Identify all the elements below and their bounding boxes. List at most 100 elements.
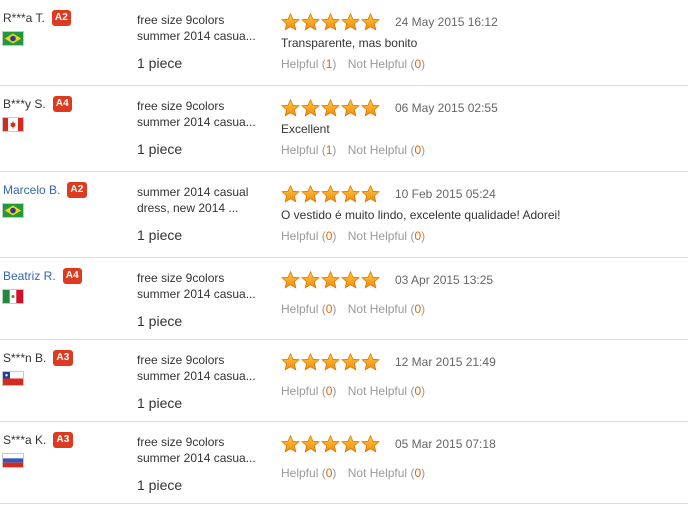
helpful-button[interactable]: Helpful (0) bbox=[281, 466, 336, 480]
buyer-name-link[interactable]: Beatriz R. bbox=[3, 269, 56, 283]
buyer-level-badge: A4 bbox=[52, 96, 72, 112]
feedback-list: R***a T. A2 free size 9colors summer 201… bbox=[0, 0, 688, 507]
feedback-content: 12 Mar 2015 21:49 Helpful (0) Not Helpfu… bbox=[281, 352, 681, 398]
mexico-flag bbox=[3, 290, 23, 303]
not-helpful-label: Not Helpful bbox=[347, 57, 408, 71]
star-icon bbox=[301, 434, 320, 453]
buyer-level-badge: A3 bbox=[53, 350, 73, 366]
not-helpful-label: Not Helpful bbox=[347, 466, 408, 480]
helpful-label: Helpful bbox=[281, 143, 319, 157]
review-comment: Transparente, mas bonito bbox=[281, 36, 418, 50]
helpful-label: Helpful bbox=[281, 466, 319, 480]
buyer-level-badge: A2 bbox=[51, 10, 71, 26]
product-title[interactable]: free size 9colors summer 2014 casua... bbox=[137, 434, 262, 466]
review-date: 24 May 2015 16:12 bbox=[395, 14, 498, 29]
buyer-name: B***y S. bbox=[3, 97, 46, 111]
buyer-name: R***a T. bbox=[3, 11, 45, 25]
not-helpful-count: 0 bbox=[414, 143, 422, 157]
buyer-level-badge: A2 bbox=[67, 182, 87, 198]
buyer-level-badge: A4 bbox=[62, 268, 82, 284]
helpful-button[interactable]: Helpful (1) bbox=[281, 57, 336, 71]
star-icon bbox=[361, 12, 380, 31]
star-icon bbox=[301, 352, 320, 371]
buyer-name-link[interactable]: Marcelo B. bbox=[3, 183, 60, 197]
rating-line: 05 Mar 2015 07:18 bbox=[281, 434, 681, 453]
product-title[interactable]: free size 9colors summer 2014 casua... bbox=[137, 270, 262, 302]
buyer-level-badge: A3 bbox=[53, 432, 73, 448]
not-helpful-count: 0 bbox=[414, 302, 422, 316]
quantity: 1 piece bbox=[137, 141, 183, 157]
rating-line: 24 May 2015 16:12 bbox=[281, 12, 681, 31]
helpful-label: Helpful bbox=[281, 302, 319, 316]
buyer-line: Marcelo B. A2 bbox=[3, 182, 128, 198]
not-helpful-count: 0 bbox=[414, 229, 422, 243]
buyer-line: S***a K. A3 bbox=[3, 432, 128, 448]
rating-line: 10 Feb 2015 05:24 bbox=[281, 184, 681, 203]
review-row: R***a T. A2 free size 9colors summer 201… bbox=[0, 0, 688, 86]
star-icon bbox=[321, 352, 340, 371]
star-rating bbox=[281, 184, 380, 203]
star-icon bbox=[281, 98, 300, 117]
rating-line: 06 May 2015 02:55 bbox=[281, 98, 681, 117]
review-date: 12 Mar 2015 21:49 bbox=[395, 354, 496, 369]
buyer-line: B***y S. A4 bbox=[3, 96, 128, 112]
not-helpful-button[interactable]: Not Helpful (0) bbox=[348, 229, 425, 243]
product-title[interactable]: free size 9colors summer 2014 casua... bbox=[137, 352, 262, 384]
star-icon bbox=[301, 98, 320, 117]
helpful-label: Helpful bbox=[281, 57, 319, 71]
star-icon bbox=[321, 12, 340, 31]
review-date: 05 Mar 2015 07:18 bbox=[395, 436, 496, 451]
star-rating bbox=[281, 434, 380, 453]
brazil-flag bbox=[3, 204, 23, 217]
helpful-label: Helpful bbox=[281, 384, 319, 398]
buyer-info: Beatriz R. A4 bbox=[3, 268, 128, 303]
not-helpful-button[interactable]: Not Helpful (0) bbox=[348, 57, 425, 71]
helpful-button[interactable]: Helpful (1) bbox=[281, 143, 336, 157]
chile-flag bbox=[3, 372, 23, 385]
star-icon bbox=[321, 434, 340, 453]
buyer-info: S***a K. A3 bbox=[3, 432, 128, 467]
review-comment: Excellent bbox=[281, 122, 330, 136]
canada-flag bbox=[3, 118, 23, 131]
not-helpful-label: Not Helpful bbox=[347, 384, 408, 398]
helpful-button[interactable]: Helpful (0) bbox=[281, 229, 336, 243]
helpful-votes: Helpful (1) Not Helpful (0) bbox=[281, 143, 681, 157]
review-row: S***a K. A3 free size 9colors summer 201… bbox=[0, 422, 688, 504]
star-icon bbox=[301, 270, 320, 289]
product-info: free size 9colors summer 2014 casua... 1… bbox=[137, 270, 262, 329]
helpful-count: 0 bbox=[325, 384, 333, 398]
star-icon bbox=[321, 270, 340, 289]
star-rating bbox=[281, 12, 380, 31]
star-icon bbox=[341, 12, 360, 31]
review-date: 03 Apr 2015 13:25 bbox=[395, 272, 494, 287]
star-rating bbox=[281, 270, 380, 289]
not-helpful-button[interactable]: Not Helpful (0) bbox=[348, 384, 425, 398]
product-info: free size 9colors summer 2014 casua... 1… bbox=[137, 12, 262, 71]
buyer-name: S***a K. bbox=[3, 433, 47, 447]
not-helpful-button[interactable]: Not Helpful (0) bbox=[348, 302, 425, 316]
star-icon bbox=[341, 270, 360, 289]
helpful-votes: Helpful (0) Not Helpful (0) bbox=[281, 466, 681, 480]
product-info: free size 9colors summer 2014 casua... 1… bbox=[137, 98, 262, 157]
star-icon bbox=[361, 434, 380, 453]
buyer-name: S***n B. bbox=[3, 351, 47, 365]
not-helpful-button[interactable]: Not Helpful (0) bbox=[348, 466, 425, 480]
star-rating bbox=[281, 98, 380, 117]
product-title[interactable]: summer 2014 casual dress, new 2014 ... bbox=[137, 184, 262, 216]
quantity: 1 piece bbox=[137, 477, 183, 493]
review-row: Beatriz R. A4 free size 9colors summer 2… bbox=[0, 258, 688, 340]
product-title[interactable]: free size 9colors summer 2014 casua... bbox=[137, 98, 262, 130]
star-icon bbox=[281, 352, 300, 371]
product-title[interactable]: free size 9colors summer 2014 casua... bbox=[137, 12, 262, 44]
star-icon bbox=[361, 352, 380, 371]
helpful-label: Helpful bbox=[281, 229, 319, 243]
buyer-line: S***n B. A3 bbox=[3, 350, 128, 366]
helpful-button[interactable]: Helpful (0) bbox=[281, 384, 336, 398]
star-icon bbox=[281, 184, 300, 203]
rating-line: 12 Mar 2015 21:49 bbox=[281, 352, 681, 371]
feedback-content: 06 May 2015 02:55 Excellent Helpful (1) … bbox=[281, 98, 681, 157]
not-helpful-button[interactable]: Not Helpful (0) bbox=[348, 143, 425, 157]
not-helpful-count: 0 bbox=[414, 57, 422, 71]
helpful-button[interactable]: Helpful (0) bbox=[281, 302, 336, 316]
review-row: B***y S. A4 free size 9colors summer 201… bbox=[0, 86, 688, 172]
